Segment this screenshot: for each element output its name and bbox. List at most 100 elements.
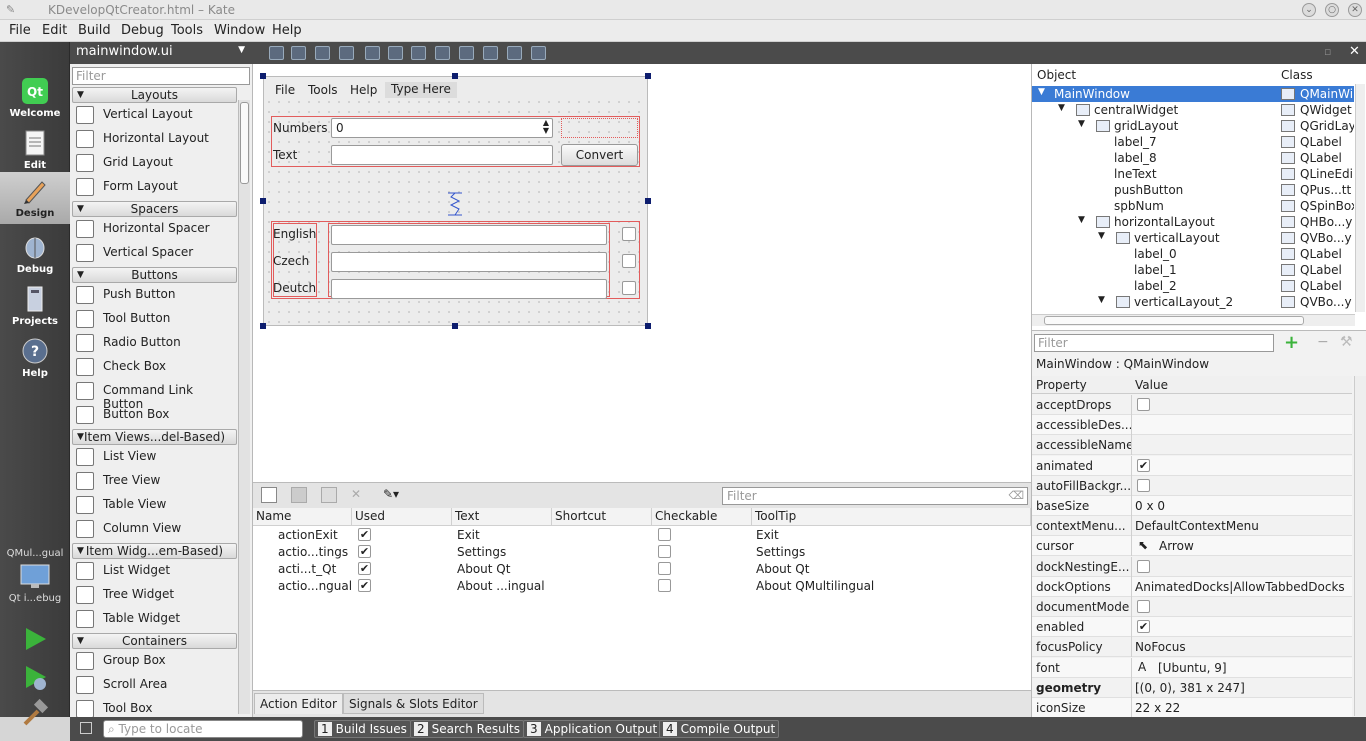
used-checkbox[interactable]: ✔ xyxy=(358,562,371,575)
property-value[interactable]: NoFocus xyxy=(1135,640,1186,654)
column-header-tooltip[interactable]: ToolTip xyxy=(752,508,1031,526)
copy-action-icon[interactable] xyxy=(291,487,307,503)
tab-action-editor[interactable]: Action Editor xyxy=(254,693,343,714)
output-pane-build-issues[interactable]: 1 Build Issues xyxy=(314,720,411,738)
object-tree-row[interactable]: ▼ centralWidget QWidget xyxy=(1032,102,1354,118)
resize-handle[interactable] xyxy=(260,198,266,204)
property-value[interactable]: [Ubuntu, 9] xyxy=(1158,661,1227,675)
property-row[interactable]: baseSize 0 x 0 xyxy=(1032,496,1352,516)
property-row[interactable]: acceptDrops xyxy=(1032,395,1352,415)
widget-list-widget[interactable]: List Widget xyxy=(74,560,234,582)
float-icon[interactable]: ▫ xyxy=(1324,45,1331,58)
object-tree-row[interactable]: spbNum QSpinBox xyxy=(1032,198,1354,214)
property-row[interactable]: dockNestingE... xyxy=(1032,556,1352,577)
layout-grid-icon[interactable] xyxy=(483,46,498,60)
break-layout-icon[interactable] xyxy=(507,46,522,60)
property-row[interactable]: iconSize 22 x 22 xyxy=(1032,698,1352,718)
used-checkbox[interactable]: ✔ xyxy=(358,579,371,592)
menu-window[interactable]: Window xyxy=(214,23,265,38)
numbers-spinbox[interactable]: 0 ▲ ▼ xyxy=(331,118,553,138)
close-button[interactable]: ✕ xyxy=(1348,3,1362,17)
paste-action-icon[interactable] xyxy=(321,487,337,503)
action-filter-input[interactable]: Filter ⌫ xyxy=(722,487,1028,505)
adjust-size-icon[interactable] xyxy=(531,46,546,60)
resize-handle[interactable] xyxy=(452,323,458,329)
menu-debug[interactable]: Debug xyxy=(121,23,164,38)
property-checkbox[interactable] xyxy=(1137,398,1150,411)
property-row[interactable]: focusPolicy NoFocus xyxy=(1032,637,1352,658)
category-buttons[interactable]: ▼ Buttons xyxy=(72,267,237,283)
menu-help[interactable]: Help xyxy=(272,23,302,38)
column-header-value[interactable]: Value xyxy=(1135,378,1168,392)
english-output[interactable] xyxy=(331,225,607,245)
property-filter-input[interactable]: Filter xyxy=(1034,334,1274,352)
property-value[interactable]: DefaultContextMenu xyxy=(1135,519,1259,533)
deutch-checkbox[interactable] xyxy=(622,281,636,295)
layout-form-icon[interactable] xyxy=(459,46,474,60)
column-header-used[interactable]: Used xyxy=(352,508,452,526)
widget-table-widget[interactable]: Table Widget xyxy=(74,608,234,630)
resize-handle[interactable] xyxy=(260,323,266,329)
widget-table-view[interactable]: Table View xyxy=(74,494,234,516)
checkable-checkbox[interactable] xyxy=(658,579,671,592)
chevron-down-icon[interactable]: ▼ xyxy=(1038,87,1045,97)
close-panel-icon[interactable]: ✕ xyxy=(1349,44,1360,59)
menu-edit[interactable]: Edit xyxy=(42,23,67,38)
resize-handle[interactable] xyxy=(645,73,651,79)
english-checkbox[interactable] xyxy=(622,227,636,241)
category-containers[interactable]: ▼ Containers xyxy=(72,633,237,649)
property-row[interactable]: cursor ⬉ Arrow xyxy=(1032,536,1352,557)
add-property-icon[interactable]: + xyxy=(1284,332,1299,353)
checkable-checkbox[interactable] xyxy=(658,528,671,541)
column-header-text[interactable]: Text xyxy=(452,508,552,526)
menu-build[interactable]: Build xyxy=(78,23,111,38)
chevron-down-icon[interactable]: ▼ xyxy=(1078,215,1085,225)
object-inspector-hscrollbar[interactable] xyxy=(1032,314,1355,326)
mode-projects[interactable]: Projects xyxy=(0,280,70,332)
object-tree-row[interactable]: label_0 QLabel xyxy=(1032,246,1354,262)
property-value[interactable]: Arrow xyxy=(1159,539,1194,553)
form-menu-file[interactable]: File xyxy=(275,83,295,97)
category-item-widgets[interactable]: ▼ Item Widg...em-Based) xyxy=(72,543,237,559)
widget-group-box[interactable]: Group Box xyxy=(74,650,234,672)
checkable-checkbox[interactable] xyxy=(658,562,671,575)
table-row[interactable]: actionExit ✔ Exit Exit xyxy=(253,527,1031,544)
scrollbar-thumb[interactable] xyxy=(240,102,249,184)
locator-input[interactable]: ⌕ Type to locate xyxy=(103,720,303,738)
kit-selector[interactable]: QMul...gual Qt i...ebug xyxy=(0,548,70,604)
column-header-property[interactable]: Property xyxy=(1036,378,1087,392)
widget-vertical-layout[interactable]: Vertical Layout xyxy=(74,104,234,126)
resize-handle[interactable] xyxy=(645,198,651,204)
czech-checkbox[interactable] xyxy=(622,254,636,268)
column-header-shortcut[interactable]: Shortcut xyxy=(552,508,652,526)
property-checkbox[interactable]: ✔ xyxy=(1137,458,1150,472)
widget-radio-button[interactable]: Radio Button xyxy=(74,332,234,354)
debug-run-icon[interactable] xyxy=(20,662,50,692)
clear-filter-icon[interactable]: ⌫ xyxy=(1008,489,1024,502)
scrollbar-thumb[interactable] xyxy=(1044,316,1304,325)
used-checkbox[interactable]: ✔ xyxy=(358,528,371,541)
form-menu-tools[interactable]: Tools xyxy=(308,83,338,97)
category-spacers[interactable]: ▼ Spacers xyxy=(72,201,237,217)
property-row[interactable]: enabled ✔ xyxy=(1032,617,1352,638)
widget-filter-input[interactable]: Filter xyxy=(72,67,250,85)
object-inspector-scrollbar[interactable] xyxy=(1355,84,1365,312)
resize-handle[interactable] xyxy=(260,73,266,79)
chevron-down-icon[interactable]: ▼ xyxy=(1098,231,1105,241)
configure-property-icon[interactable]: ⚒ xyxy=(1340,334,1353,350)
mode-debug[interactable]: Debug xyxy=(0,228,70,280)
text-input[interactable] xyxy=(331,145,553,165)
property-value[interactable]: AnimatedDocks|AllowTabbedDocks xyxy=(1135,580,1345,594)
property-row[interactable]: accessibleDes... xyxy=(1032,415,1352,436)
layout-vertical-splitter-icon[interactable] xyxy=(435,46,450,60)
minimize-button[interactable]: ⌄ xyxy=(1302,3,1316,17)
checkable-checkbox[interactable] xyxy=(658,545,671,558)
edit-tab-order-icon[interactable] xyxy=(339,46,354,60)
category-layouts[interactable]: ▼ Layouts xyxy=(72,87,237,103)
object-tree-row[interactable]: label_2 QLabel xyxy=(1032,278,1354,294)
property-row[interactable]: documentMode xyxy=(1032,597,1352,617)
mode-help[interactable]: ? Help xyxy=(0,332,70,384)
delete-action-icon[interactable]: ✕ xyxy=(351,487,361,501)
object-tree-row[interactable]: lneText QLineEdi... xyxy=(1032,166,1354,182)
table-row[interactable]: actio...tings ✔ Settings Settings xyxy=(253,544,1031,561)
